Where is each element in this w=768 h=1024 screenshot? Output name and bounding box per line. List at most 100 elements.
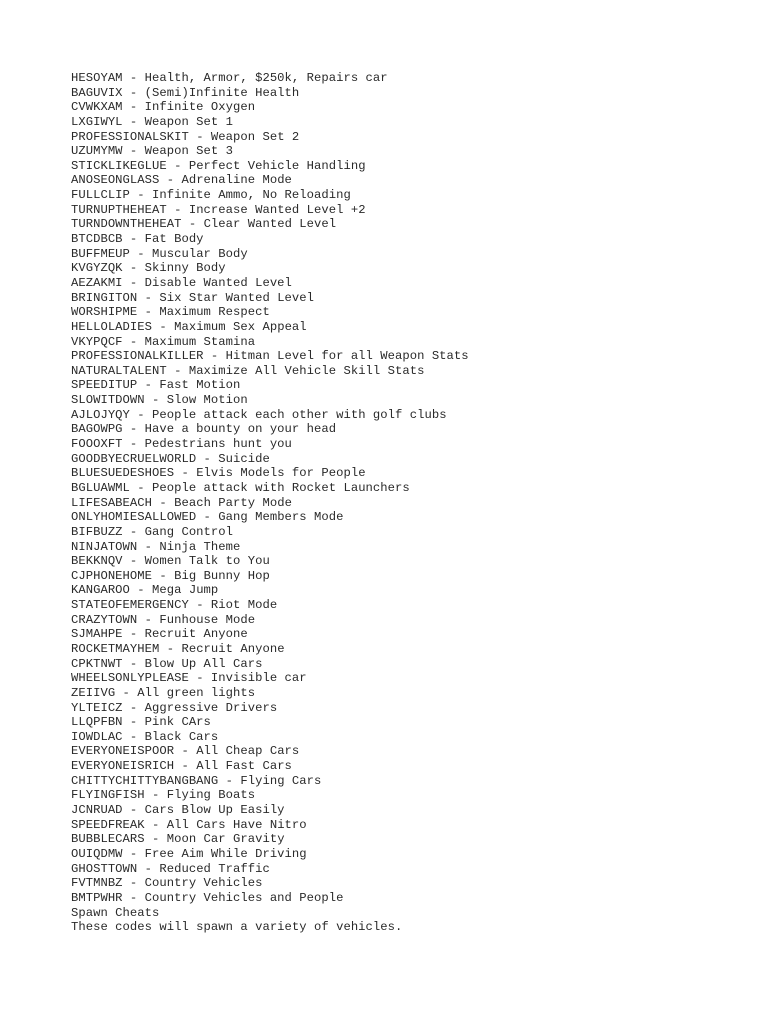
separator: - (137, 612, 160, 627)
separator: - (137, 290, 160, 305)
cheat-row: AEZAKMI - Disable Wanted Level (71, 276, 751, 291)
cheat-row: HESOYAM - Health, Armor, $250k, Repairs … (71, 71, 751, 86)
separator: - (196, 510, 219, 525)
separator: - (115, 685, 138, 700)
cheat-code: FULLCLIP (71, 188, 130, 203)
separator: - (144, 817, 167, 832)
section-heading: Spawn Cheats (71, 905, 160, 920)
cheat-code: KANGAROO (71, 583, 130, 598)
separator: - (122, 71, 145, 85)
cheat-row: PROFESSIONALKILLER - Hitman Level for al… (71, 349, 751, 364)
cheat-code: BMTPWHR (71, 890, 123, 905)
cheat-effect: Weapon Set 1 (144, 114, 234, 129)
cheat-code: EVERYONEISPOOR (71, 744, 175, 759)
separator: - (122, 627, 145, 642)
cheat-code: VKYPQCF (71, 334, 123, 349)
cheat-code: CRAZYTOWN (71, 612, 138, 627)
cheat-row: CVWKXAM - Infinite Oxygen (71, 100, 751, 115)
cheat-row: SJMAHPE - Recruit Anyone (71, 627, 751, 642)
cheat-row: OUIQDMW - Free Aim While Driving (71, 847, 751, 862)
cheat-effect: Recruit Anyone (181, 641, 285, 656)
separator: - (122, 114, 145, 129)
cheat-row: TURNDOWNTHEHEAT - Clear Wanted Level (71, 217, 751, 232)
cheat-row: BUFFMEUP - Muscular Body (71, 247, 751, 262)
cheat-effect: Maximum Stamina (144, 334, 256, 349)
cheat-effect: Weapon Set 3 (144, 144, 234, 159)
cheat-effect: Muscular Body (152, 246, 248, 261)
cheat-code: NINJATOWN (71, 539, 138, 554)
cheat-code: SPEEDITUP (71, 378, 138, 393)
cheat-code: CHITTYCHITTYBANGBANG (71, 773, 219, 788)
cheat-effect: Moon Car Gravity (166, 832, 285, 847)
cheat-code: BRINGITON (71, 290, 138, 305)
cheat-effect: Fast Motion (159, 378, 241, 393)
cheat-effect: Funhouse Mode (159, 612, 256, 627)
cheat-effect: People attack each other with golf clubs (152, 407, 447, 422)
cheat-effect: Six Star Wanted Level (159, 290, 315, 305)
cheat-code: ZEIIVG (71, 685, 116, 700)
cheat-row: FOOOXFT - Pedestrians hunt you (71, 437, 751, 452)
separator: - (122, 437, 145, 452)
cheat-code: BUBBLECARS (71, 832, 145, 847)
cheat-row: KVGYZQK - Skinny Body (71, 261, 751, 276)
cheat-effect: Country Vehicles and People (144, 890, 344, 905)
separator: - (137, 861, 160, 876)
cheat-code: ROCKETMAYHEM (71, 641, 160, 656)
separator: - (203, 349, 226, 364)
cheat-row: BUBBLECARS - Moon Car Gravity (71, 832, 751, 847)
separator: - (122, 715, 145, 730)
cheat-code: SLOWITDOWN (71, 393, 145, 408)
separator: - (188, 671, 211, 686)
cheat-code: GOODBYECRUELWORLD (71, 451, 197, 466)
cheat-row: CPKTNWT - Blow Up All Cars (71, 657, 751, 672)
cheat-effect: Increase Wanted Level +2 (188, 202, 366, 217)
cheat-row: ZEIIVG - All green lights (71, 686, 751, 701)
cheat-effect: Cars Blow Up Easily (144, 803, 285, 818)
cheat-row: SLOWITDOWN - Slow Motion (71, 393, 751, 408)
cheat-effect: Reduced Traffic (159, 861, 270, 876)
cheat-code: BUFFMEUP (71, 246, 130, 261)
cheat-row: SPEEDITUP - Fast Motion (71, 378, 751, 393)
cheat-effect: Flying Cars (240, 773, 322, 788)
cheat-row: CJPHONEHOME - Big Bunny Hop (71, 569, 751, 584)
cheat-effect: Gang Members Mode (218, 510, 344, 525)
cheat-effect: Maximize All Vehicle Skill Stats (188, 363, 425, 378)
cheat-effect: Beach Party Mode (174, 495, 292, 510)
cheat-row: FVTMNBZ - Country Vehicles (71, 876, 751, 891)
separator: - (122, 422, 145, 437)
cheat-code: ANOSEONGLASS (71, 173, 160, 188)
cheat-code: OUIQDMW (71, 846, 123, 861)
cheat-row: BGLUAWML - People attack with Rocket Lau… (71, 481, 751, 496)
cheat-row: WHEELSONLYPLEASE - Invisible car (71, 671, 751, 686)
cheat-effect: Free Aim While Driving (144, 846, 307, 861)
cheat-code: SPEEDFREAK (71, 817, 145, 832)
cheat-row: BAGOWPG - Have a bounty on your head (71, 422, 751, 437)
cheat-effect: Fat Body (144, 232, 204, 247)
separator: - (137, 305, 160, 320)
cheat-effect: Infinite Oxygen (144, 100, 256, 115)
separator: - (166, 363, 189, 378)
cheat-code: LLQPFBN (71, 715, 123, 730)
separator: - (166, 158, 189, 173)
cheat-code: LIFESABEACH (71, 495, 153, 510)
cheat-code: HESOYAM (71, 71, 123, 85)
cheat-row: FULLCLIP - Infinite Ammo, No Reloading (71, 188, 751, 203)
separator: - (122, 85, 145, 100)
cheat-row: VKYPQCF - Maximum Stamina (71, 335, 751, 350)
cheat-row: ANOSEONGLASS - Adrenaline Mode (71, 173, 751, 188)
cheat-code: FOOOXFT (71, 437, 123, 452)
cheat-row: CHITTYCHITTYBANGBANG - Flying Cars (71, 774, 751, 789)
separator: - (129, 246, 153, 261)
cheat-row: BAGUVIX - (Semi)Infinite Health (71, 86, 751, 101)
cheat-code: NATURALTALENT (71, 363, 167, 378)
cheat-effect: Hitman Level for all Weapon Stats (225, 349, 469, 364)
cheat-effect: All Cheap Cars (196, 744, 300, 759)
separator: - (159, 641, 182, 656)
cheat-code: KVGYZQK (71, 261, 123, 276)
separator: - (152, 319, 175, 334)
cheat-code: JCNRUAD (71, 803, 123, 818)
cheat-effect: Big Bunny Hop (174, 568, 270, 583)
cheat-code: IOWDLAC (71, 729, 123, 744)
separator: - (181, 217, 204, 232)
cheat-row: BRINGITON - Six Star Wanted Level (71, 291, 751, 306)
